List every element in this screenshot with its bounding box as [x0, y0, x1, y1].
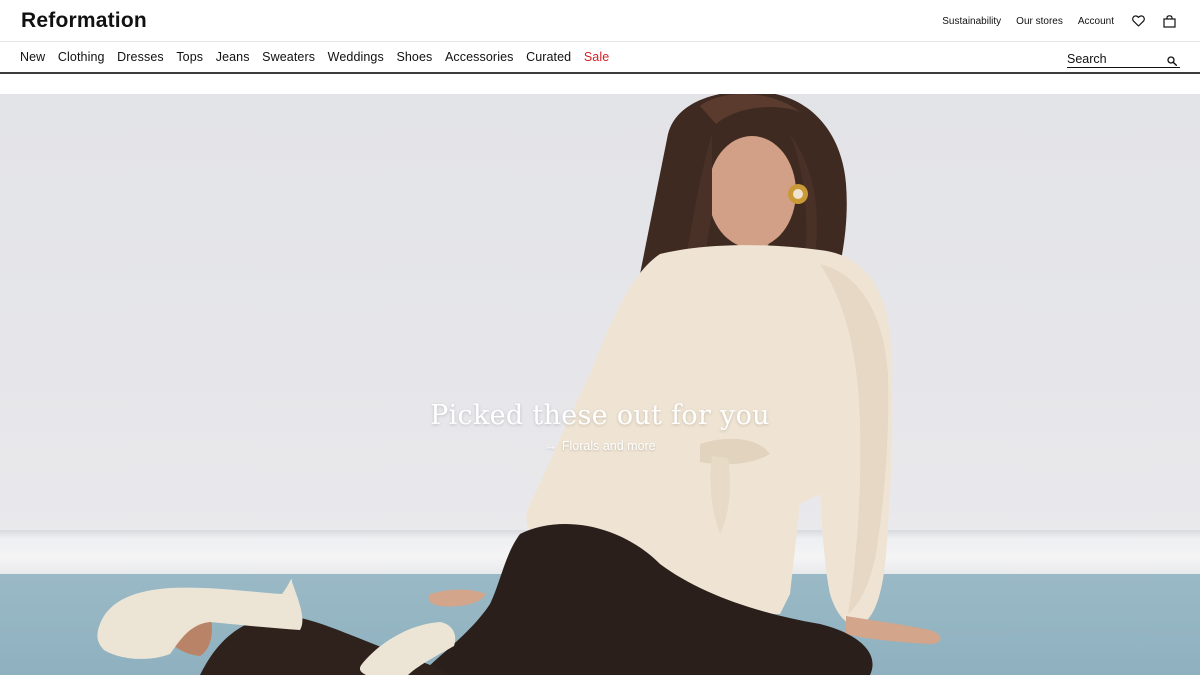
nav-item-shoes[interactable]: Shoes [396, 50, 432, 64]
bag-icon[interactable] [1162, 14, 1176, 28]
hero-model-image [97, 94, 941, 675]
nav-item-accessories[interactable]: Accessories [445, 50, 513, 64]
sustainability-link[interactable]: Sustainability [942, 16, 1001, 27]
nav-item-weddings[interactable]: Weddings [328, 50, 384, 64]
utility-nav: Sustainability Our stores Account [927, 0, 1176, 42]
hero-cta-link[interactable]: → Florals and more [544, 439, 655, 453]
nav-item-jeans[interactable]: Jeans [216, 50, 250, 64]
category-nav: New Clothing Dresses Tops Jeans Sweaters… [20, 42, 622, 72]
search-icon[interactable] [1167, 53, 1178, 67]
nav-item-sale[interactable]: Sale [584, 50, 609, 64]
search-box [1067, 50, 1180, 68]
arrow-right-icon: → [544, 439, 557, 453]
nav-item-new[interactable]: New [20, 50, 45, 64]
nav-item-dresses[interactable]: Dresses [117, 50, 164, 64]
nav-item-curated[interactable]: Curated [526, 50, 571, 64]
nav-item-sweaters[interactable]: Sweaters [262, 50, 315, 64]
heart-icon[interactable] [1131, 14, 1145, 28]
hero-caption: Picked these out for you → Florals and mo… [0, 400, 1200, 455]
top-bar: Reformation Sustainability Our stores Ac… [0, 0, 1200, 42]
search-input[interactable] [1067, 51, 1162, 67]
nav-item-tops[interactable]: Tops [176, 50, 203, 64]
hero-banner[interactable]: Picked these out for you → Florals and mo… [0, 94, 1200, 675]
nav-item-clothing[interactable]: Clothing [58, 50, 105, 64]
hero-title: Picked these out for you [430, 400, 770, 431]
brand-logo[interactable]: Reformation [21, 9, 147, 33]
our-stores-link[interactable]: Our stores [1016, 16, 1063, 27]
main-nav-bar: New Clothing Dresses Tops Jeans Sweaters… [0, 42, 1200, 74]
hero-cta-label: Florals and more [561, 439, 656, 453]
account-link[interactable]: Account [1078, 16, 1114, 27]
